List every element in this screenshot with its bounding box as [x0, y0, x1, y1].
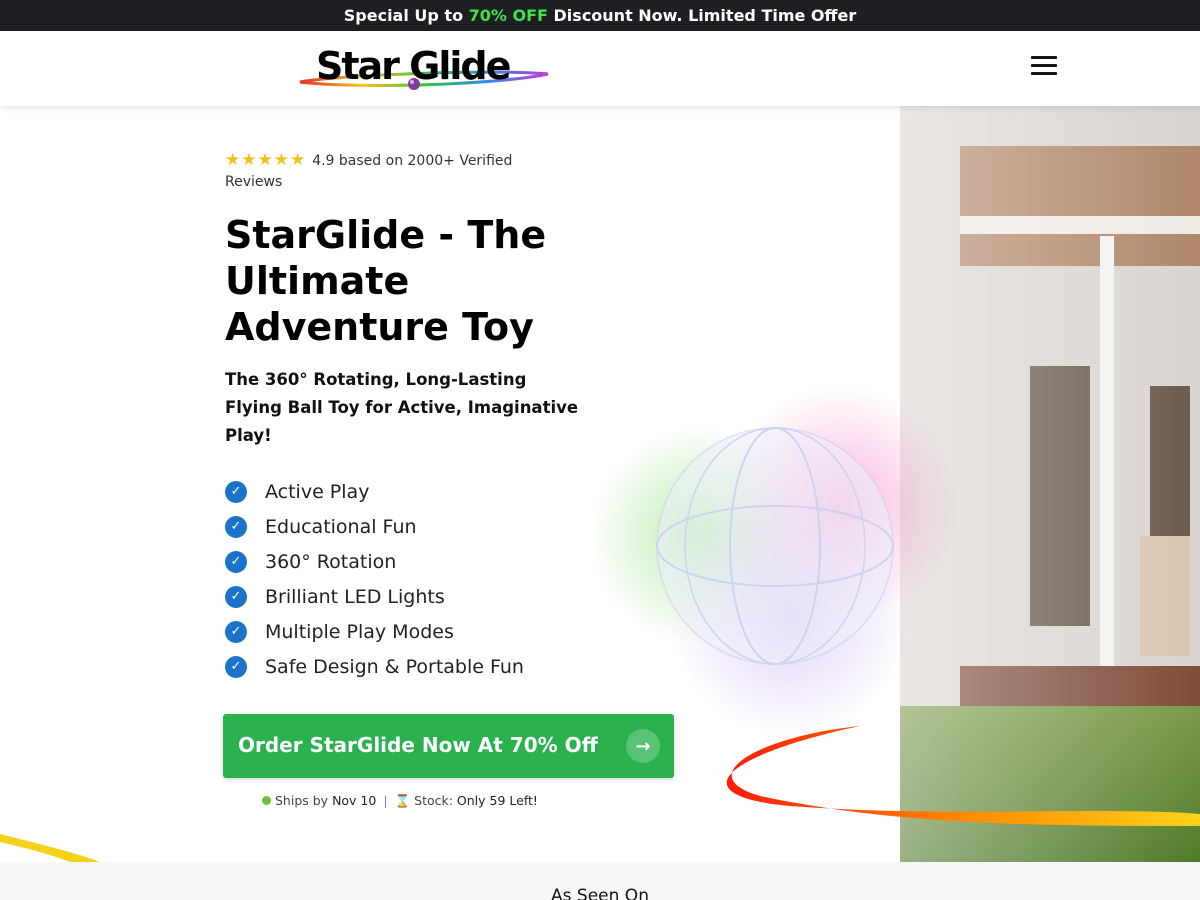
feature-label: Educational Fun — [265, 515, 417, 538]
ships-date: Nov 10 — [332, 793, 377, 808]
as-seen-on-section: As Seen On — [0, 862, 1200, 900]
hero-section: ★★★★★ 4.9 based on 2000+ Verified Reviews… — [0, 106, 1200, 862]
page-title: StarGlide - The Ultimate Adventure Toy — [225, 213, 547, 349]
hourglass-icon: ⌛ — [394, 793, 411, 808]
starglide-logo[interactable]: Star Glide — [296, 41, 552, 97]
ships-prefix: Ships by — [275, 793, 333, 808]
feature-label: Multiple Play Modes — [265, 620, 454, 643]
promo-banner: Special Up to 70% OFF Discount Now. Limi… — [0, 0, 1200, 31]
check-circle-icon: ✓ — [225, 655, 247, 678]
check-circle-icon: ✓ — [225, 480, 247, 503]
status-dot-icon — [262, 796, 271, 805]
feature-label: Brilliant LED Lights — [265, 585, 445, 608]
promo-suffix: Discount Now. Limited Time Offer — [547, 6, 857, 25]
feature-label: Safe Design & Portable Fun — [265, 655, 524, 678]
feature-list: ✓ Active Play ✓ Educational Fun ✓ 360° Rota… — [225, 474, 524, 684]
order-now-button[interactable]: Order StarGlide Now At 70% Off → — [223, 714, 674, 778]
check-circle-icon: ✓ — [225, 550, 247, 573]
feature-item: ✓ Multiple Play Modes — [225, 614, 524, 649]
arrow-right-icon: → — [626, 729, 660, 763]
order-button-label: Order StarGlide Now At 70% Off — [238, 733, 598, 757]
check-circle-icon: ✓ — [225, 515, 247, 538]
rating-summary: ★★★★★ 4.9 based on 2000+ Verified Reviews — [225, 150, 545, 192]
feature-label: 360° Rotation — [265, 550, 397, 573]
check-circle-icon: ✓ — [225, 585, 247, 608]
feature-item: ✓ Active Play — [225, 474, 524, 509]
hero-subtitle: The 360° Rotating, Long-Lasting Flying B… — [225, 370, 579, 445]
shipping-stock-info: Ships by Nov 10 | ⌛ Stock: Only 59 Left! — [262, 793, 538, 809]
feature-item: ✓ Educational Fun — [225, 509, 524, 544]
info-separator: | — [383, 793, 388, 808]
stock-prefix: Stock: — [414, 793, 457, 808]
feature-item: ✓ 360° Rotation — [225, 544, 524, 579]
logo-text: Star Glide — [316, 44, 511, 88]
promo-prefix: Special Up to — [343, 6, 469, 25]
hamburger-menu-icon[interactable] — [1031, 56, 1059, 78]
stock-value: Only 59 Left! — [456, 793, 538, 808]
feature-label: Active Play — [265, 480, 370, 503]
check-circle-icon: ✓ — [225, 620, 247, 643]
site-header: Star Glide — [0, 31, 1200, 106]
feature-item: ✓ Safe Design & Portable Fun — [225, 649, 524, 684]
as-seen-on-title: As Seen On — [551, 886, 649, 900]
five-star-rating-icon: ★★★★★ — [225, 150, 307, 170]
feature-item: ✓ Brilliant LED Lights — [225, 579, 524, 614]
promo-highlight: 70% OFF — [468, 6, 548, 25]
